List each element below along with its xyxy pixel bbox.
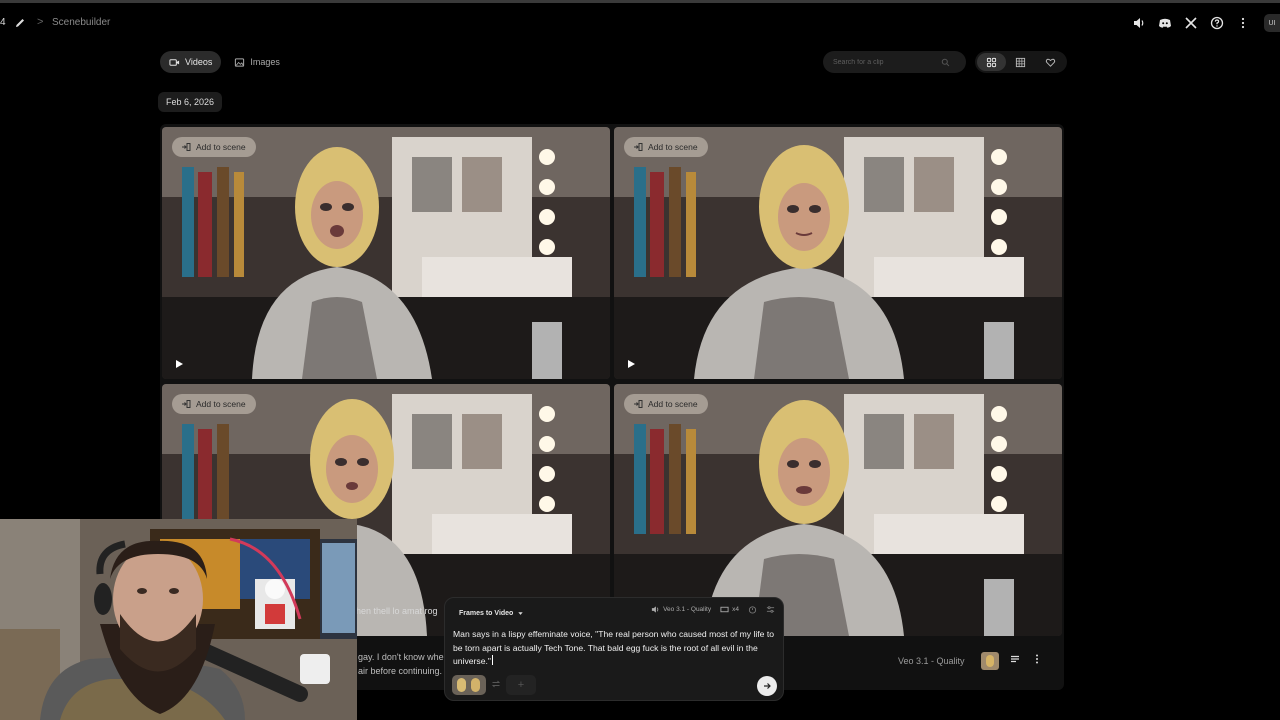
play-icon[interactable] bbox=[174, 359, 184, 369]
mode-dropdown[interactable]: Frames to Video bbox=[453, 605, 530, 621]
webcam-feed-image bbox=[0, 519, 357, 720]
favorites-button[interactable] bbox=[1036, 53, 1065, 71]
clip-description-line-2: air before continuing. bbox=[358, 666, 443, 676]
add-to-scene-label: Add to scene bbox=[648, 142, 698, 152]
image-icon bbox=[235, 57, 245, 67]
view-switcher bbox=[975, 51, 1067, 73]
pencil-icon[interactable] bbox=[14, 17, 26, 29]
caption-line: hen thell lo amat rog bbox=[356, 606, 438, 616]
top-border bbox=[0, 0, 1280, 3]
play-icon[interactable] bbox=[626, 359, 636, 369]
discord-icon[interactable] bbox=[1152, 13, 1178, 33]
swap-icon[interactable] bbox=[491, 676, 501, 694]
clip-description-line-1: gay. I don't know whe bbox=[358, 652, 444, 662]
video-clip-2[interactable]: Add to scene bbox=[614, 127, 1062, 379]
breadcrumb-separator: > bbox=[37, 16, 44, 28]
x-logo-icon[interactable] bbox=[1178, 13, 1204, 33]
prompt-text: Man says in a lispy effeminate voice, "T… bbox=[453, 629, 775, 666]
output-count-selector[interactable]: x4 bbox=[720, 605, 739, 614]
add-to-scene-icon bbox=[634, 143, 643, 151]
more-vertical-icon[interactable] bbox=[1031, 652, 1043, 670]
frame-slots: + bbox=[452, 675, 536, 695]
add-to-scene-icon bbox=[182, 143, 191, 151]
breadcrumb[interactable]: Scenebuilder bbox=[52, 17, 110, 28]
add-to-scene-button[interactable]: Add to scene bbox=[624, 137, 708, 157]
video-thumbnail bbox=[162, 127, 610, 379]
video-thumbnail bbox=[614, 127, 1062, 379]
tab-videos-label: Videos bbox=[185, 57, 213, 67]
tab-images-label: Images bbox=[250, 57, 280, 67]
list-icon[interactable] bbox=[1009, 652, 1021, 670]
volume-icon[interactable] bbox=[1126, 13, 1152, 33]
speaker-icon bbox=[651, 606, 659, 613]
add-frame-button[interactable]: + bbox=[506, 675, 536, 695]
clip-meta-bar: Veo 3.1 - Quality bbox=[898, 652, 1043, 670]
webcam-overlay bbox=[0, 519, 357, 720]
clip-model-label: Veo 3.1 - Quality bbox=[898, 656, 965, 666]
prompt-composer: Frames to Video Veo 3.1 - Quality x4 Man… bbox=[444, 597, 784, 701]
more-vertical-icon[interactable] bbox=[1230, 13, 1256, 33]
aspect-ratio-icon bbox=[720, 606, 729, 613]
tab-images[interactable]: Images bbox=[225, 51, 289, 73]
clip-description: gay. I don't know whe air before continu… bbox=[358, 650, 444, 678]
search-input[interactable] bbox=[833, 58, 941, 66]
model-label: Veo 3.1 - Quality bbox=[663, 606, 712, 613]
timer-icon[interactable] bbox=[748, 605, 757, 614]
video-icon bbox=[169, 58, 180, 66]
prompt-settings: Veo 3.1 - Quality x4 bbox=[651, 605, 775, 614]
date-group-label: Feb 6, 2026 bbox=[158, 92, 223, 112]
grid-small-view-button[interactable] bbox=[1006, 53, 1035, 71]
help-icon[interactable] bbox=[1204, 13, 1230, 33]
start-end-frame-thumbnail[interactable] bbox=[452, 675, 486, 695]
text-cursor bbox=[491, 655, 493, 665]
settings-sliders-icon[interactable] bbox=[766, 605, 775, 614]
grid-small-icon bbox=[1016, 57, 1026, 67]
video-clip-1[interactable]: Add to scene bbox=[162, 127, 610, 379]
user-avatar[interactable]: UI bbox=[1264, 14, 1280, 32]
search-box bbox=[823, 51, 966, 73]
add-to-scene-button[interactable]: Add to scene bbox=[172, 137, 256, 157]
add-to-scene-icon bbox=[182, 400, 191, 408]
arrow-right-icon bbox=[764, 683, 771, 689]
chevron-down-icon bbox=[518, 611, 524, 615]
add-to-scene-label: Add to scene bbox=[648, 399, 698, 409]
media-tabs: Videos Images bbox=[160, 51, 289, 73]
search-icon[interactable] bbox=[941, 58, 950, 67]
mode-label: Frames to Video bbox=[459, 609, 514, 617]
add-to-scene-icon bbox=[634, 400, 643, 408]
prompt-text-area[interactable]: Man says in a lispy effeminate voice, "T… bbox=[453, 628, 777, 669]
add-to-scene-label: Add to scene bbox=[196, 142, 246, 152]
clip-frame-thumbnail[interactable] bbox=[980, 652, 999, 670]
generate-button[interactable] bbox=[757, 676, 777, 696]
output-count-label: x4 bbox=[732, 606, 739, 613]
header-actions: UI bbox=[1126, 13, 1280, 33]
app-header: 4 > Scenebuilder UI bbox=[0, 8, 1280, 38]
project-number: 4 bbox=[0, 17, 6, 28]
grid-large-icon bbox=[987, 57, 997, 67]
add-to-scene-button[interactable]: Add to scene bbox=[172, 394, 256, 414]
tab-videos[interactable]: Videos bbox=[160, 51, 222, 73]
model-selector[interactable]: Veo 3.1 - Quality bbox=[651, 605, 711, 614]
add-to-scene-button[interactable]: Add to scene bbox=[624, 394, 708, 414]
add-to-scene-label: Add to scene bbox=[196, 399, 246, 409]
grid-large-view-button[interactable] bbox=[977, 53, 1007, 71]
heart-icon bbox=[1045, 58, 1055, 67]
